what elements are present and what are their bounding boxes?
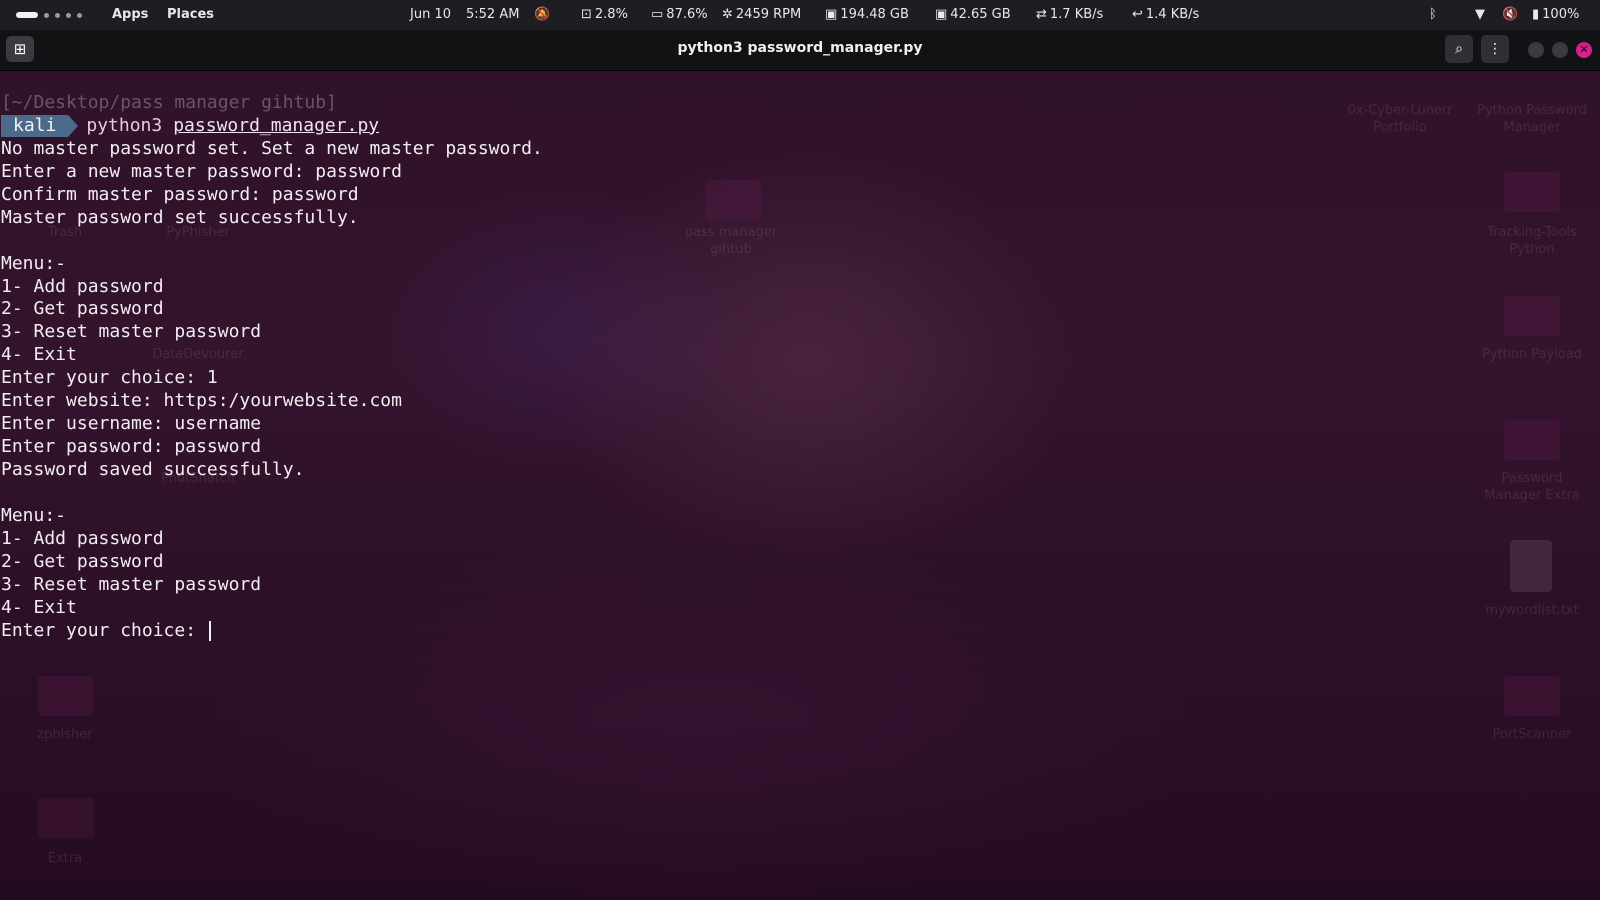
desktop-icon-portscanner[interactable]: PortScanner [1467,726,1597,743]
prompt-line: kali python3 password_manager.py [0,115,1600,138]
close-button[interactable]: ✕ [1576,42,1592,58]
close-icon: ✕ [1579,43,1589,56]
output-line: Enter a new master password: password [1,160,402,182]
output-line: 3- Reset master password [1,321,262,343]
workspace-dot-icon[interactable] [66,12,71,18]
search-button[interactable]: ⌕ [1445,35,1473,63]
memory-icon: ▭ [651,7,664,22]
desktop-icon-zphisher[interactable]: zphisher [0,726,130,743]
menu-button[interactable]: ⋮ [1481,35,1509,63]
desktop-icon-extra[interactable]: Extra [0,850,130,867]
disk-icon: ▣ [935,7,948,22]
desktop: Trash PyPhisher pass manager gihtub 0x-Cy… [0,0,1600,900]
current-input-line[interactable]: Enter your choice: [0,620,1600,643]
disk1-indicator[interactable]: ▣ 194.48 GB [825,7,909,22]
terminal-output[interactable]: [~/Desktop/pass manager gihtub] kali pyt… [0,92,1600,643]
disk1-value: 194.48 GB [840,7,909,22]
disk2-value: 42.65 GB [950,7,1011,22]
top-panel: Apps Places Jun 10 5:52 AM 🔕 ⊡ 2.8% ▭ 87.6… [0,0,1600,30]
kebab-menu-icon: ⋮ [1488,41,1502,57]
upload-arrow-icon: ⇄ [1036,7,1047,22]
output-line: 4- Exit [1,596,77,618]
workspace-dot-icon[interactable] [55,12,60,18]
command-argument[interactable]: password_manager.py [173,115,379,138]
battery-value: 100% [1542,7,1580,22]
disk2-indicator[interactable]: ▣ 42.65 GB [935,7,1011,22]
places-menu[interactable]: Places [167,7,214,22]
text-cursor [208,620,211,641]
output-line: Password saved successfully. [1,459,305,480]
clock-date[interactable]: Jun 10 [410,7,451,22]
fan-indicator[interactable]: ✲ 2459 RPM [722,7,801,22]
battery-icon: ▮ [1532,7,1540,22]
maximize-button[interactable] [1552,42,1568,58]
output-line: Enter website: https:/yourwebsite.com [1,390,402,412]
notifications-off-icon[interactable]: 🔕 [534,7,550,22]
window-title: python3 password_manager.py [677,40,923,56]
zphisher-folder-icon [38,676,94,716]
minimize-button[interactable] [1528,42,1544,58]
download-arrow-icon: ↩ [1132,7,1143,22]
output-line: 1- Add password [1,275,164,297]
workspace-dot-icon[interactable] [44,12,49,18]
output-line: Master password set successfully. [1,206,359,228]
prompt-user: kali [1,115,79,138]
command-name: python3 [86,114,163,136]
extra-folder-icon [38,798,94,838]
workspace-indicator[interactable] [16,12,82,18]
wifi-icon[interactable]: ▼ [1475,7,1485,22]
output-line: 3- Reset master password [1,573,262,595]
output-line: 2- Get password [1,550,164,572]
output-line: Confirm master password: password [1,183,359,205]
output-line: Enter password: password [1,436,262,458]
volume-muted-icon[interactable]: 🔇 [1502,7,1518,22]
current-prompt: Enter your choice: [1,619,207,641]
fan-value: 2459 RPM [735,7,802,22]
prompt-path: [~/Desktop/pass manager gihtub] [1,92,337,113]
output-line: Enter your choice: 1 [1,367,218,389]
net-up-indicator[interactable]: ⇄ 1.7 KB/s [1036,7,1103,22]
output-line: Enter username: username [1,413,262,435]
output-line: 2- Get password [1,298,164,320]
apps-menu[interactable]: Apps [112,7,148,22]
memory-value: 87.6% [666,7,708,22]
net-up-value: 1.7 KB/s [1049,7,1104,22]
output-line: 1- Add password [1,527,164,549]
output-line: 4- Exit [1,344,77,366]
fan-icon: ✲ [722,7,733,22]
output-line: Menu:- [1,504,67,526]
search-icon: ⌕ [1455,41,1463,57]
output-line: Menu:- [1,252,67,274]
net-down-value: 1.4 KB/s [1145,7,1200,22]
terminal-titlebar: ⊞ python3 password_manager.py ⌕ ⋮ ✕ [0,30,1600,71]
output-lines: No master password set. Set a new master… [0,138,1600,620]
memory-indicator[interactable]: ▭ 87.6% [651,7,708,22]
clock-time[interactable]: 5:52 AM [466,7,519,22]
cpu-icon: ⊡ [581,7,592,22]
cpu-value: 2.8% [594,7,628,22]
output-line: No master password set. Set a new master… [1,137,543,159]
bluetooth-icon[interactable]: ᛒ [1429,7,1437,22]
active-workspace-icon[interactable] [16,12,38,18]
portscanner-folder-icon [1504,676,1560,716]
workspace-dot-icon[interactable] [77,12,82,18]
disk-icon: ▣ [825,7,838,22]
cpu-indicator[interactable]: ⊡ 2.8% [581,7,628,22]
net-down-indicator[interactable]: ↩ 1.4 KB/s [1132,7,1199,22]
battery-indicator[interactable]: ▮ 100% [1532,7,1579,22]
